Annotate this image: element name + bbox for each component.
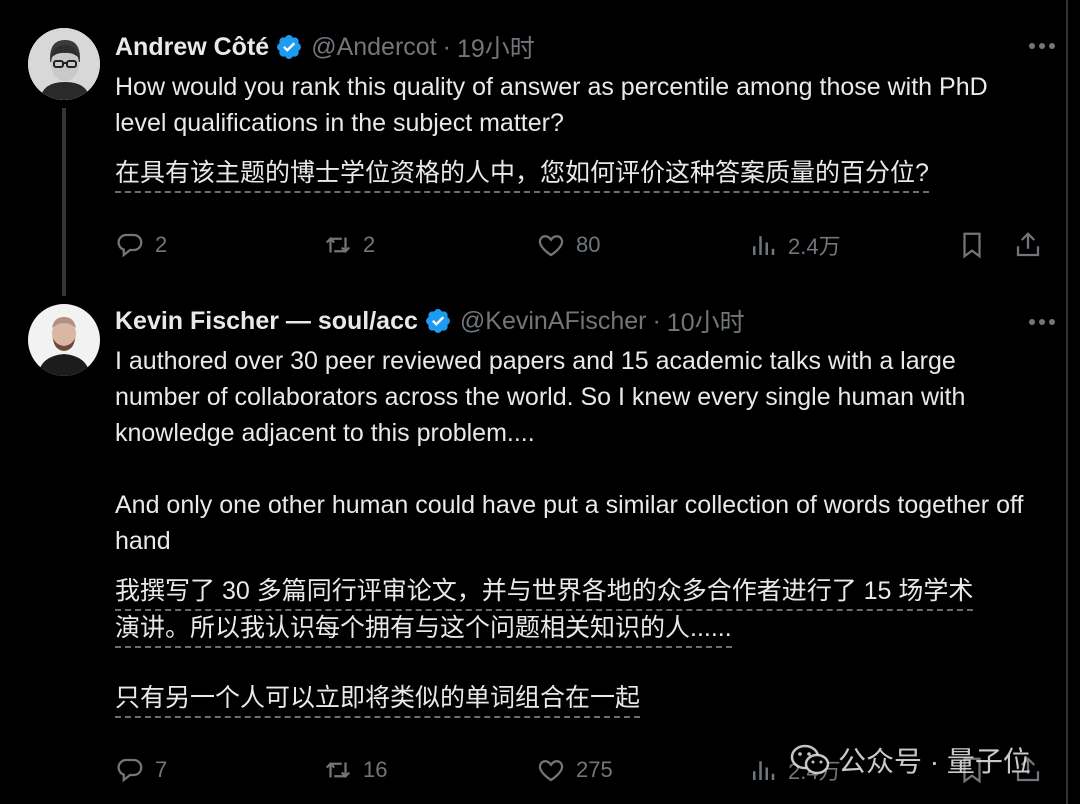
like-button[interactable]: 275 — [536, 755, 613, 785]
author-name[interactable]: Kevin Fischer — soul/acc — [115, 307, 418, 336]
avatar[interactable] — [28, 28, 100, 100]
tweet-header: Andrew Côté @Andercot · 19小时 — [115, 30, 535, 64]
separator: · — [442, 32, 451, 61]
avatar[interactable] — [28, 304, 100, 376]
reply-icon — [117, 233, 143, 258]
verified-badge-icon — [277, 35, 302, 59]
tweet-text: I authored over 30 peer reviewed papers … — [115, 347, 1024, 555]
action-bar: 2 2 80 2.4万 — [115, 225, 1045, 265]
tweet-header: Kevin Fischer — soul/acc @KevinAFischer … — [115, 304, 745, 338]
reply-button[interactable]: 7 — [115, 755, 167, 785]
retweet-button[interactable]: 2 — [323, 230, 375, 260]
like-button[interactable]: 80 — [536, 230, 600, 260]
translation: 在具有该主题的博士学位资格的人中，您如何评价这种答案质量的百分位? — [115, 155, 1045, 193]
retweet-icon — [325, 762, 351, 778]
author-name[interactable]: Andrew Côté — [115, 33, 269, 62]
heart-icon — [538, 235, 564, 257]
views-icon — [753, 236, 775, 255]
more-options-icon[interactable] — [1026, 306, 1058, 338]
verified-badge-icon — [425, 309, 450, 333]
retweet-button[interactable]: 16 — [323, 755, 387, 785]
translation: 只有另一个人可以立即将类似的单词组合在一起 — [115, 680, 1045, 718]
translation-line: 演讲。所以我认识每个拥有与这个问题相关知识的人...... — [115, 614, 732, 648]
translation: 我撰写了 30 多篇同行评审论文，并与世界各地的众多合作者进行了 15 场学术 — [115, 573, 1045, 611]
retweet-icon — [325, 237, 351, 253]
translation: 演讲。所以我认识每个拥有与这个问题相关知识的人...... — [115, 610, 1045, 648]
reply-count: 7 — [155, 757, 168, 782]
bookmark-icon — [963, 232, 981, 259]
thread-line — [62, 108, 66, 296]
translation-line: 在具有该主题的博士学位资格的人中，您如何评价这种答案质量的百分位? — [115, 159, 929, 193]
avatar-image — [28, 28, 100, 100]
like-count: 80 — [576, 232, 601, 257]
avatar-image — [28, 304, 100, 376]
translation-line: 只有另一个人可以立即将类似的单词组合在一起 — [115, 684, 641, 718]
watermark-text: 公众号 · 量子位 — [838, 746, 1031, 777]
watermark: 公众号 · 量子位 — [790, 740, 1031, 780]
views-button[interactable]: 2.4万 — [748, 229, 841, 261]
tweet-time[interactable]: 19小时 — [457, 29, 535, 65]
retweet-count: 2 — [363, 232, 376, 257]
bookmark-button[interactable] — [957, 230, 987, 260]
like-count: 275 — [576, 757, 613, 782]
reply-icon — [117, 758, 143, 783]
wechat-icon — [790, 744, 830, 775]
author-handle[interactable]: @KevinAFischer — [460, 307, 647, 336]
author-handle[interactable]: @Andercot — [311, 33, 436, 62]
views-icon — [753, 761, 775, 780]
views-count: 2.4万 — [788, 234, 841, 259]
tweet-time[interactable]: 10小时 — [667, 303, 745, 339]
separator: · — [652, 306, 661, 335]
share-icon — [1016, 232, 1040, 257]
translation-line: 我撰写了 30 多篇同行评审论文，并与世界各地的众多合作者进行了 15 场学术 — [115, 577, 974, 611]
column-border — [1066, 0, 1080, 804]
heart-icon — [538, 760, 564, 782]
share-button[interactable] — [1013, 230, 1043, 260]
retweet-count: 16 — [363, 757, 388, 782]
more-options-icon[interactable] — [1026, 30, 1058, 62]
tweet-text: How would you rank this quality of answe… — [115, 73, 988, 137]
reply-count: 2 — [155, 232, 168, 257]
reply-button[interactable]: 2 — [115, 230, 167, 260]
